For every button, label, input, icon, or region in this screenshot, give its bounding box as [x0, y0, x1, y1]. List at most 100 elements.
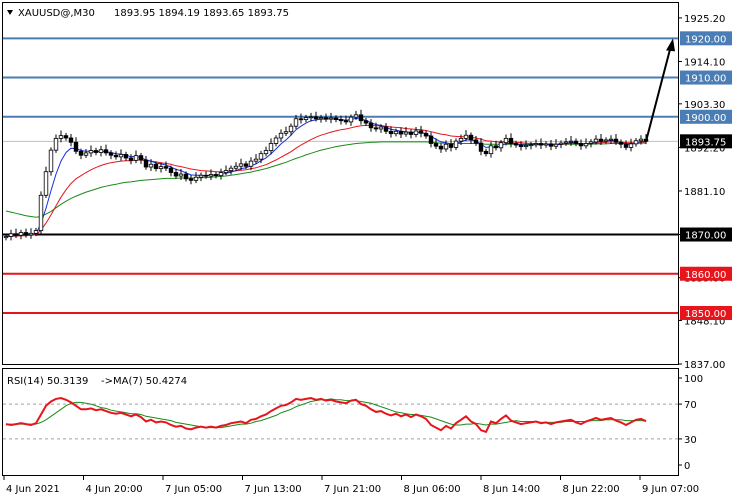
chart-window: 1925.201914.101903.301892.201881.101870.… — [0, 0, 738, 500]
candle-body — [403, 131, 409, 135]
candle-body — [418, 130, 424, 134]
candle-body — [408, 131, 414, 135]
candle-body — [628, 143, 634, 148]
level-label-text: 1920.00 — [685, 34, 726, 45]
candle-body — [13, 233, 19, 236]
candle-body — [333, 117, 339, 120]
candle-body — [63, 135, 69, 139]
candle-body — [618, 141, 624, 145]
level-label-text: 1860.00 — [685, 270, 726, 281]
candle-body — [163, 166, 169, 169]
time-tick-label: 4 Jun 20:00 — [86, 484, 143, 495]
candle-body — [433, 143, 439, 147]
candle-body — [593, 138, 599, 143]
symbol-header: XAUUSD@,M30 — [18, 8, 95, 19]
rsi-tick-label: 30 — [684, 435, 697, 446]
price-tick-label: 1914.10 — [684, 57, 725, 68]
candle-body — [138, 155, 144, 161]
candle-body — [508, 137, 514, 144]
candle-body — [53, 137, 59, 151]
candle-body — [483, 150, 489, 155]
candle-body — [478, 142, 484, 152]
time-tick-label: 8 Jun 06:00 — [404, 484, 461, 495]
candle-body — [123, 154, 129, 159]
candle-body — [383, 126, 389, 132]
candle-body — [38, 194, 44, 231]
level-label-text: 1900.00 — [685, 113, 726, 124]
candle-body — [108, 152, 114, 156]
price-tick-label: 1903.30 — [684, 100, 725, 111]
candle-body — [373, 127, 379, 130]
candle-body — [463, 134, 469, 139]
candle-body — [358, 114, 364, 122]
candle-body — [468, 134, 474, 141]
candle-body — [148, 163, 154, 168]
candle-body — [88, 150, 94, 154]
rsi-axis: 100 70 30 0 — [678, 374, 703, 472]
price-tick-label: 1881.10 — [684, 187, 725, 198]
candle-body — [263, 150, 269, 155]
candle-body — [278, 132, 284, 139]
level-label-text: 1850.00 — [685, 309, 726, 320]
candle-body — [413, 130, 419, 135]
candle-body — [613, 138, 619, 143]
candle-body — [318, 117, 324, 120]
candle-body — [368, 122, 374, 129]
candle-body — [503, 137, 509, 144]
candle-body — [103, 149, 109, 154]
rsi-tick-label: 100 — [684, 374, 703, 385]
candle-body — [238, 163, 244, 167]
chart-svg: 1925.201914.101903.301892.201881.101870.… — [2, 2, 732, 495]
candle-body — [93, 150, 99, 153]
time-axis: 4 Jun 2021 4 Jun 20:00 7 Jun 05:00 7 Jun 13… — [3, 475, 699, 495]
candle-body — [428, 135, 434, 144]
price-tick-label: 1925.20 — [684, 14, 725, 25]
current-price-label: 1893.75 — [685, 137, 726, 148]
time-tick-label: 7 Jun 21:00 — [324, 484, 381, 495]
candle-body — [398, 130, 404, 135]
candle-body — [553, 143, 559, 147]
rsi-header: RSI(14) 50.3139 — [7, 376, 88, 387]
candle-body — [308, 116, 314, 119]
candle-body — [353, 114, 359, 118]
candle-body — [23, 232, 29, 236]
candle-body — [313, 116, 319, 120]
candle-body — [458, 137, 464, 142]
candle-body — [183, 173, 189, 180]
candle-body — [3, 236, 9, 239]
candle-body — [8, 233, 14, 237]
candle-body — [43, 171, 49, 196]
candle-body — [243, 163, 249, 167]
candle-body — [198, 174, 204, 178]
candle-body — [563, 141, 569, 144]
candle-body — [568, 140, 574, 143]
main-chart-frame — [2, 2, 679, 365]
candle-body — [168, 167, 174, 173]
candle-body — [18, 232, 24, 236]
candle-body — [128, 157, 134, 161]
candle-body — [133, 155, 139, 161]
candle-body — [143, 159, 149, 168]
candle-body — [423, 132, 429, 137]
candle-body — [303, 117, 309, 120]
candle-body — [268, 143, 274, 151]
candle-body — [343, 120, 349, 123]
candle-body — [73, 141, 79, 152]
candle-body — [528, 144, 534, 147]
candle-body — [158, 166, 164, 169]
candle-body — [273, 137, 279, 144]
candle-body — [453, 140, 459, 148]
candle-body — [633, 140, 639, 145]
candle-body — [513, 143, 519, 146]
rsi-tick-label: 70 — [684, 400, 697, 411]
candle-body — [493, 145, 499, 149]
candle-body — [208, 174, 214, 177]
candle-body — [543, 143, 549, 146]
candle-body — [233, 165, 239, 169]
candle-body — [188, 178, 194, 181]
candle-body — [338, 119, 344, 122]
candle-body — [558, 142, 564, 145]
candle-body — [523, 145, 529, 148]
candle-body — [573, 140, 579, 144]
candle-body — [83, 152, 89, 156]
